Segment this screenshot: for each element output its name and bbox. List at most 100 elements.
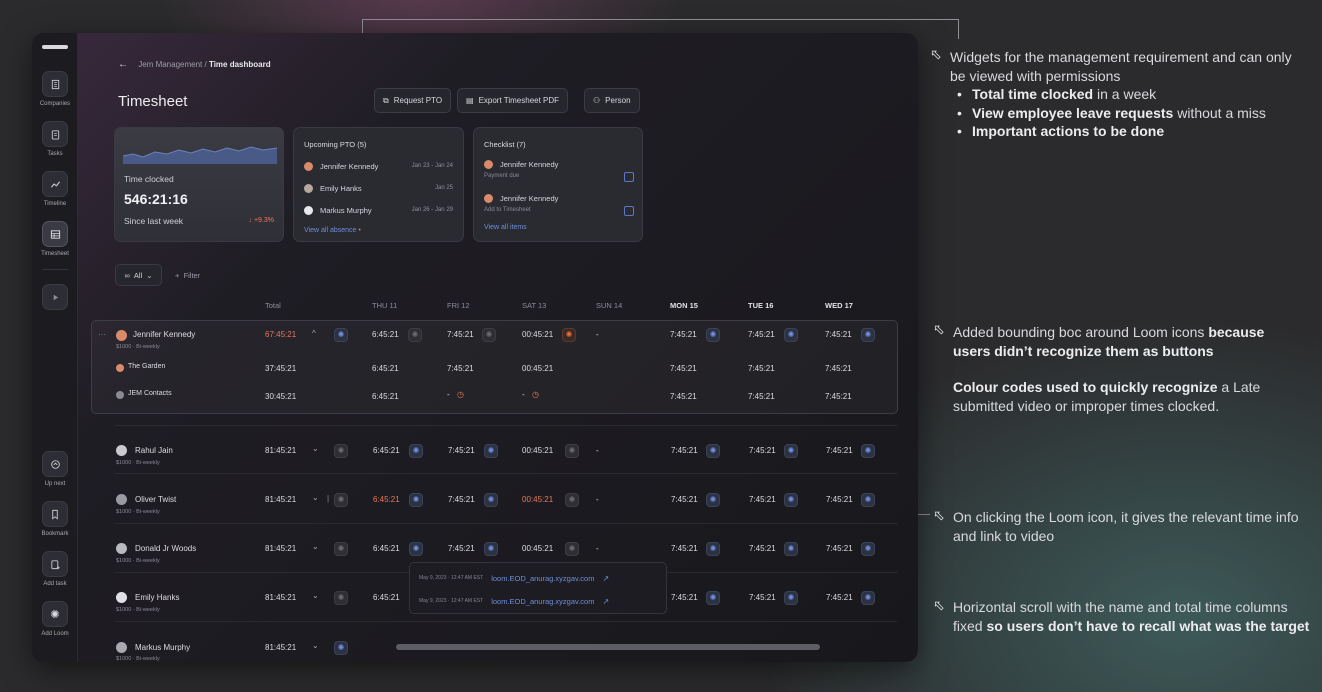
- up-next-icon: [42, 451, 68, 477]
- loom-link[interactable]: loom.EOD_anurag.xyzgav.com: [491, 597, 594, 606]
- sidebar-item-companies[interactable]: Companies: [32, 71, 78, 107]
- loom-button[interactable]: ✺: [565, 444, 579, 458]
- breadcrumb-parent[interactable]: Jem Management: [138, 60, 202, 69]
- table-divider: [115, 621, 897, 622]
- loom-button[interactable]: ✺: [334, 444, 348, 458]
- add-person-icon: ⚇: [593, 96, 601, 105]
- list-item[interactable]: Markus Murphy Jan 26 - Jan 29: [304, 203, 453, 217]
- annotation-horizontal-scroll: Horizontal scroll with the name and tota…: [953, 599, 1310, 634]
- loom-button[interactable]: ✺: [861, 493, 875, 507]
- loom-button[interactable]: ✺: [706, 444, 720, 458]
- checklist-checkbox[interactable]: [624, 172, 634, 182]
- loom-link-row[interactable]: May 9, 2023 · 12:47 AM EST loom.EOD_anur…: [419, 571, 609, 585]
- chevron-up-icon[interactable]: ^: [312, 329, 316, 338]
- breadcrumb-separator: /: [204, 60, 207, 69]
- loom-link[interactable]: loom.EOD_anurag.xyzgav.com: [491, 574, 594, 583]
- list-item[interactable]: Emily Hanks Jan 25: [304, 181, 453, 195]
- sidebar-item-tasks[interactable]: Tasks: [32, 121, 78, 157]
- annotation-loom-icons: Added bounding boc around Loom icons bec…: [953, 324, 1265, 414]
- loom-button[interactable]: ✺: [706, 493, 720, 507]
- column-header-wed: WED 17: [825, 301, 853, 310]
- person-button[interactable]: ⚇ Person: [584, 88, 640, 113]
- avatar: [484, 159, 493, 169]
- loom-button[interactable]: ✺: [861, 591, 875, 605]
- arrow-down-icon: ↓: [248, 217, 253, 224]
- loom-button[interactable]: ✺: [861, 328, 875, 342]
- horizontal-scrollbar[interactable]: [396, 644, 820, 650]
- sidebar-item-up-next[interactable]: Up next: [32, 451, 78, 487]
- checklist-card: Checklist (7) Jennifer Kennedy Payment d…: [473, 127, 643, 242]
- loom-button[interactable]: ✺: [861, 542, 875, 556]
- loom-button[interactable]: ✺: [334, 542, 348, 556]
- sidebar-item-play[interactable]: [32, 284, 78, 310]
- view-all-absence-link[interactable]: View all absence •: [304, 227, 361, 234]
- table-divider: [115, 425, 897, 426]
- all-filter-dropdown[interactable]: ∞ All ⌄: [115, 264, 162, 286]
- loom-button[interactable]: ✺: [706, 591, 720, 605]
- row-more-icon[interactable]: ···: [98, 330, 106, 339]
- loom-button[interactable]: ✺: [334, 493, 348, 507]
- checklist-card-title: Checklist (7): [484, 140, 526, 149]
- avatar: [116, 592, 127, 603]
- loom-button[interactable]: ✺: [484, 444, 498, 458]
- checklist-checkbox[interactable]: [624, 206, 634, 216]
- loom-button[interactable]: ✺: [706, 542, 720, 556]
- clipboard-icon: [42, 121, 68, 147]
- chevron-down-icon[interactable]: ⌄: [312, 542, 319, 551]
- list-item[interactable]: Jennifer Kennedy Jan 23 - Jan 24: [304, 159, 453, 173]
- loom-button[interactable]: ✺: [565, 493, 579, 507]
- external-link-icon[interactable]: ↗: [602, 597, 609, 606]
- loom-button[interactable]: ✺: [409, 444, 423, 458]
- infinity-icon: ∞: [124, 270, 130, 280]
- loom-button[interactable]: ✺: [784, 493, 798, 507]
- column-header-tue: TUE 16: [748, 301, 774, 310]
- loom-button[interactable]: ✺: [334, 641, 348, 655]
- loom-button[interactable]: ✺: [334, 591, 348, 605]
- loom-button[interactable]: ✺: [482, 328, 496, 342]
- chevron-down-icon[interactable]: ⌄: [312, 591, 319, 600]
- chevron-down-icon[interactable]: ⌄: [312, 641, 319, 650]
- loom-link-row[interactable]: May 9, 2023 · 12:47 AM EST loom.EOD_anur…: [419, 594, 609, 608]
- pto-card-title: Upcoming PTO (5): [304, 140, 367, 149]
- loom-button[interactable]: ✺: [409, 493, 423, 507]
- sidebar-item-timeline[interactable]: Timeline: [32, 171, 78, 207]
- loom-button[interactable]: ✺: [706, 328, 720, 342]
- avatar: [304, 205, 313, 215]
- loom-button[interactable]: ✺: [784, 444, 798, 458]
- loom-button[interactable]: ✺: [484, 493, 498, 507]
- loom-button[interactable]: ✺: [861, 444, 875, 458]
- chevron-down-icon[interactable]: ⌄: [312, 493, 319, 502]
- loom-icon: ✺: [42, 601, 68, 627]
- chevron-down-icon[interactable]: ⌄: [312, 444, 319, 453]
- column-header-thu: THU 11: [372, 301, 398, 310]
- column-header-mon: MON 15: [670, 301, 698, 310]
- request-pto-button[interactable]: ⧉ Request PTO: [374, 88, 452, 113]
- loom-button[interactable]: ✺: [408, 328, 422, 342]
- loom-button[interactable]: ✺: [784, 591, 798, 605]
- sidebar-item-add-loom[interactable]: ✺ Add Loom: [32, 601, 78, 637]
- view-all-items-link[interactable]: View all items: [484, 224, 527, 231]
- clock-warning-icon: ◷: [457, 390, 464, 399]
- sidebar-item-timesheet[interactable]: Timesheet: [32, 221, 78, 257]
- clock-warning-icon: ◷: [532, 390, 539, 399]
- loom-video-popup: May 9, 2023 · 12:47 AM EST loom.EOD_anur…: [409, 562, 667, 614]
- table-icon: [42, 221, 68, 247]
- sidebar-item-bookmark[interactable]: Bookmark: [32, 501, 78, 537]
- back-arrow-icon[interactable]: ←: [118, 59, 128, 70]
- export-pdf-button[interactable]: ▤ Export Timesheet PDF: [457, 88, 569, 113]
- column-header-sat: SAT 13: [522, 301, 547, 310]
- loom-button[interactable]: ✺: [334, 328, 348, 342]
- add-task-icon: [42, 551, 68, 577]
- loom-button-late[interactable]: ✺: [562, 328, 576, 342]
- sidebar-item-add-task[interactable]: Add task: [32, 551, 78, 587]
- loom-button[interactable]: ✺: [565, 542, 579, 556]
- loom-button[interactable]: ✺: [409, 542, 423, 556]
- annotation-widgets: Widgets for the management requirement a…: [950, 48, 1300, 141]
- loom-button-selected[interactable]: ✺: [484, 542, 498, 556]
- external-link-icon[interactable]: ↗: [602, 574, 609, 583]
- avatar: [116, 642, 127, 653]
- add-filter-button[interactable]: + Filter: [175, 271, 200, 280]
- avatar: [116, 543, 127, 554]
- loom-button[interactable]: ✺: [784, 328, 798, 342]
- loom-button[interactable]: ✺: [784, 542, 798, 556]
